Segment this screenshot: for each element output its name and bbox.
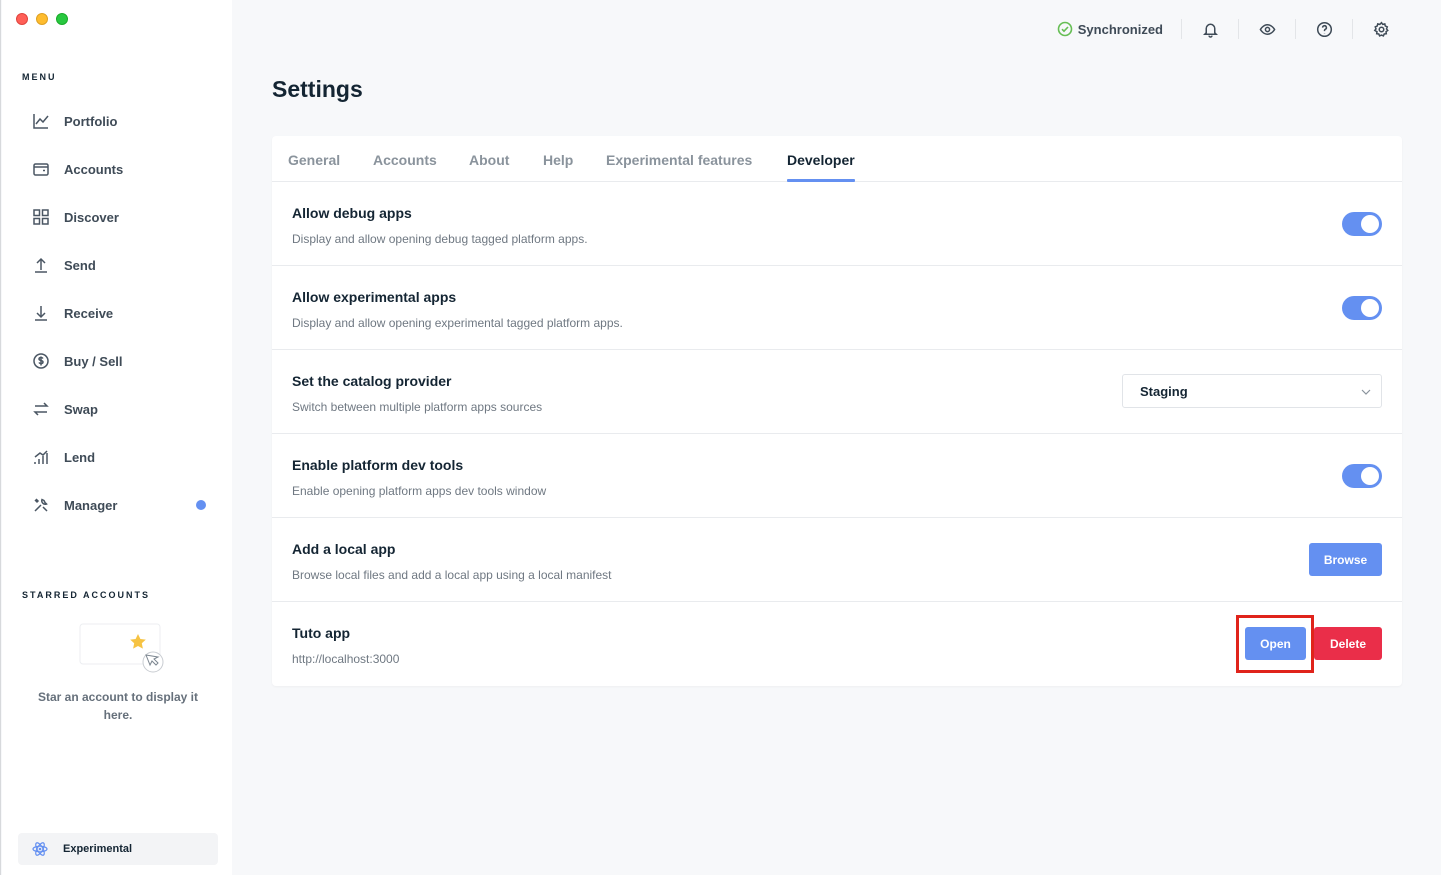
topbar: Synchronized	[1057, 18, 1391, 40]
help-icon	[1316, 21, 1332, 37]
divider	[1238, 19, 1239, 39]
catalog-provider-select[interactable]: Staging	[1122, 374, 1382, 408]
sidebar-item-send[interactable]: Send	[16, 241, 216, 289]
settings-tabs: General Accounts About Help Experimental…	[272, 136, 1402, 182]
setting-title: Allow experimental apps	[292, 289, 457, 305]
sidebar-item-accounts[interactable]: Accounts	[16, 145, 216, 193]
tab-help[interactable]: Help	[543, 152, 573, 168]
setting-description: Switch between multiple platform apps so…	[292, 400, 543, 414]
sidebar-item-lend[interactable]: Lend	[16, 433, 216, 481]
app-url: http://localhost:3000	[292, 652, 400, 666]
setting-description: Display and allow opening experimental t…	[292, 316, 623, 330]
chevron-down-icon	[1361, 389, 1371, 395]
tab-general[interactable]: General	[288, 152, 340, 168]
divider	[1352, 19, 1353, 39]
toggle-knob	[1361, 299, 1379, 317]
swap-icon	[32, 400, 50, 418]
maximize-window-button[interactable]	[56, 13, 68, 25]
notification-dot	[196, 500, 206, 510]
starred-empty-text: Star an account to display it here.	[37, 690, 199, 722]
setting-row-dev-tools: Enable platform dev tools Enable opening…	[272, 434, 1402, 518]
settings-button[interactable]	[1371, 19, 1391, 39]
sidebar-item-manager[interactable]: Manager	[16, 481, 216, 529]
eye-icon	[1259, 23, 1275, 35]
experimental-toggle[interactable]: Experimental	[18, 833, 218, 865]
sidebar-item-label: Send	[64, 257, 96, 273]
minimize-window-button[interactable]	[36, 13, 48, 25]
setting-description: Display and allow opening debug tagged p…	[292, 232, 588, 246]
sidebar-menu: Portfolio Accounts Discover Send Receive…	[16, 97, 216, 529]
setting-row-experimental-apps: Allow experimental apps Display and allo…	[272, 266, 1402, 350]
sidebar-item-label: Manager	[64, 497, 118, 513]
window-controls	[16, 13, 68, 25]
tab-accounts[interactable]: Accounts	[373, 152, 437, 168]
tab-developer[interactable]: Developer	[787, 152, 855, 182]
gear-icon	[1373, 21, 1389, 37]
menu-title: MENU	[22, 72, 57, 82]
notifications-button[interactable]	[1200, 19, 1220, 39]
sidebar-item-buy-sell[interactable]: Buy / Sell	[16, 337, 216, 385]
sidebar: MENU Portfolio Accounts Discover Send Re…	[2, 0, 232, 875]
setting-row-catalog-provider: Set the catalog provider Switch between …	[272, 350, 1402, 434]
arrow-up-icon	[32, 256, 50, 274]
close-window-button[interactable]	[16, 13, 28, 25]
wallet-icon	[32, 160, 50, 178]
setting-title: Set the catalog provider	[292, 373, 452, 389]
sidebar-item-label: Discover	[64, 209, 119, 225]
tab-about[interactable]: About	[469, 152, 509, 168]
setting-row-local-app: Add a local app Browse local files and a…	[272, 518, 1402, 602]
settings-card: General Accounts About Help Experimental…	[272, 136, 1402, 686]
dev-tools-toggle[interactable]	[1342, 464, 1382, 488]
sidebar-item-portfolio[interactable]: Portfolio	[16, 97, 216, 145]
toggle-knob	[1361, 467, 1379, 485]
open-button[interactable]: Open	[1245, 627, 1306, 660]
divider	[1295, 19, 1296, 39]
sync-label: Synchronized	[1077, 21, 1163, 37]
atom-icon	[32, 842, 48, 856]
lend-icon	[32, 448, 50, 466]
grid-icon	[32, 208, 50, 226]
setting-description: Browse local files and add a local app u…	[292, 568, 612, 582]
discreet-mode-button[interactable]	[1257, 19, 1277, 39]
check-circle-icon	[1057, 21, 1073, 37]
chart-icon	[32, 112, 50, 130]
sidebar-item-label: Receive	[64, 305, 114, 321]
app-window: MENU Portfolio Accounts Discover Send Re…	[0, 0, 1441, 875]
setting-title: Enable platform dev tools	[292, 457, 464, 473]
dollar-icon	[32, 352, 50, 370]
experimental-label: Experimental	[63, 843, 133, 855]
sidebar-item-label: Swap	[64, 401, 98, 417]
select-value: Staging	[1140, 383, 1188, 399]
sidebar-item-swap[interactable]: Swap	[16, 385, 216, 433]
setting-row-debug-apps: Allow debug apps Display and allow openi…	[272, 182, 1402, 266]
sidebar-item-label: Accounts	[64, 161, 124, 177]
starred-accounts-title: STARRED ACCOUNTS	[22, 590, 150, 600]
sync-status[interactable]: Synchronized	[1057, 21, 1163, 37]
sidebar-item-discover[interactable]: Discover	[16, 193, 216, 241]
arrow-down-icon	[32, 304, 50, 322]
experimental-apps-toggle[interactable]	[1342, 296, 1382, 320]
delete-button[interactable]: Delete	[1314, 627, 1382, 660]
browse-button[interactable]: Browse	[1309, 543, 1382, 576]
toggle-knob	[1361, 215, 1379, 233]
setting-title: Allow debug apps	[292, 205, 412, 221]
setting-row-tuto-app: Tuto app http://localhost:3000 Open Dele…	[272, 602, 1402, 686]
sidebar-item-receive[interactable]: Receive	[16, 289, 216, 337]
divider	[1181, 19, 1182, 39]
help-button[interactable]	[1314, 19, 1334, 39]
tools-icon	[32, 496, 50, 514]
debug-apps-toggle[interactable]	[1342, 212, 1382, 236]
sidebar-item-label: Portfolio	[64, 113, 118, 129]
sidebar-item-label: Buy / Sell	[64, 353, 123, 369]
star-illustration-icon	[79, 623, 164, 673]
bell-icon	[1202, 23, 1218, 38]
setting-title: Tuto app	[292, 625, 351, 641]
setting-description: Enable opening platform apps dev tools w…	[292, 484, 547, 498]
setting-title: Add a local app	[292, 541, 396, 557]
page-title: Settings	[272, 76, 363, 102]
tab-experimental-features[interactable]: Experimental features	[606, 152, 752, 168]
sidebar-item-label: Lend	[64, 449, 96, 465]
